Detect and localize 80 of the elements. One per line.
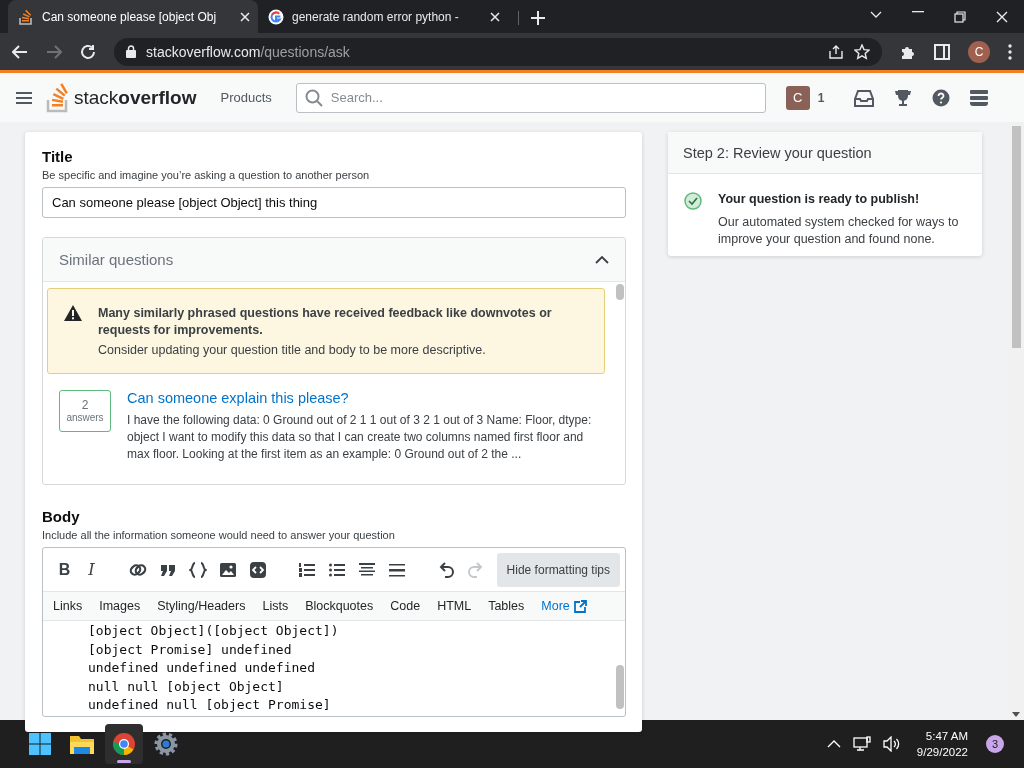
- field-hint: Include all the information someone would need to answer your question: [42, 529, 396, 541]
- address-bar[interactable]: stackoverflow.com/questions/ask: [114, 37, 882, 66]
- warning-icon: [64, 305, 82, 321]
- site-logo[interactable]: stackoverflow: [46, 82, 197, 113]
- search-field[interactable]: Search...: [295, 82, 766, 113]
- italic-button[interactable]: I: [83, 560, 99, 579]
- chevron-up-icon[interactable]: [595, 255, 609, 264]
- snippet-icon[interactable]: [249, 560, 268, 579]
- folder-icon: [69, 733, 95, 755]
- chevron-down-icon[interactable]: [870, 10, 882, 19]
- tab-title: generate random error python -: [292, 9, 460, 24]
- notice-title: Many similarly phrased questions have received feedback like downvotes or requests for improvements.: [98, 305, 553, 339]
- card-heading: Step 2: Review your question: [668, 132, 982, 174]
- field-label: Body: [42, 508, 81, 525]
- image-icon[interactable]: [219, 560, 238, 579]
- panel-heading: Similar questions: [59, 251, 174, 268]
- trophy-icon[interactable]: [894, 88, 913, 107]
- tips-tab[interactable]: Styling/Headers: [157, 599, 246, 613]
- close-icon[interactable]: [490, 11, 500, 22]
- inbox-icon[interactable]: [854, 88, 875, 107]
- tips-tab[interactable]: Code: [390, 599, 421, 613]
- search-icon: [304, 88, 323, 107]
- field-hint: Be specific and imagine you’re asking a question to another person: [42, 169, 371, 181]
- more-link[interactable]: More: [541, 599, 587, 613]
- gear-icon: [154, 732, 178, 756]
- notice-text: Consider updating your question title and body to be more descriptive.: [98, 342, 487, 357]
- windows-icon: [28, 732, 52, 756]
- browser-tab[interactable]: Can someone please [object Obj: [8, 0, 258, 33]
- hide-tips-button[interactable]: Hide formatting tips: [496, 552, 620, 587]
- body-editor[interactable]: [object Object]([object Object]) [object Promise] undefined undefined undefined undefined null null [object Object] undefined null [object Promise]: [43, 621, 613, 716]
- heading-icon[interactable]: [357, 560, 376, 579]
- scroll-down-icon[interactable]: [1012, 712, 1020, 717]
- check-circle-icon: [684, 192, 702, 210]
- speaker-icon[interactable]: [882, 736, 901, 752]
- reload-icon[interactable]: [80, 43, 96, 60]
- bold-button[interactable]: B: [57, 560, 72, 579]
- answer-count: 2 answers: [59, 389, 111, 432]
- reputation: 1: [817, 90, 825, 105]
- close-icon[interactable]: [240, 11, 250, 22]
- products-link[interactable]: Products: [220, 90, 272, 105]
- site-switcher-icon[interactable]: [970, 88, 989, 107]
- numbered-list-icon[interactable]: [297, 560, 316, 579]
- lock-icon: [126, 45, 136, 58]
- star-icon[interactable]: [854, 43, 870, 60]
- restore-icon[interactable]: [954, 10, 966, 23]
- tips-tab[interactable]: Images: [99, 599, 141, 613]
- user-avatar[interactable]: C: [785, 85, 810, 110]
- scrollbar-thumb[interactable]: [1012, 126, 1021, 348]
- google-icon: [268, 8, 284, 25]
- more-icon[interactable]: [1008, 43, 1012, 60]
- taskbar-app[interactable]: [105, 724, 143, 764]
- braces-icon[interactable]: [189, 560, 208, 579]
- side-panel-icon[interactable]: [934, 43, 950, 60]
- browser-tab[interactable]: generate random error python -: [258, 0, 508, 33]
- title-input[interactable]: Can someone please [object Object] this thing: [42, 187, 626, 218]
- tips-tab[interactable]: Blockquotes: [305, 599, 374, 613]
- share-icon[interactable]: [828, 43, 844, 60]
- help-icon[interactable]: [932, 88, 951, 107]
- new-tab-icon[interactable]: [531, 11, 545, 25]
- clock[interactable]: 5:47 AM 9/29/2022: [916, 728, 968, 760]
- browser-icon: [112, 732, 136, 756]
- tips-tab[interactable]: Tables: [488, 599, 525, 613]
- stack-icon: [18, 8, 34, 25]
- tips-tab[interactable]: Links: [53, 599, 83, 613]
- minimize-icon[interactable]: [912, 10, 924, 13]
- question-link[interactable]: Can someone explain this please?: [127, 389, 605, 406]
- status-title: Your question is ready to publish!: [718, 192, 921, 206]
- back-icon[interactable]: [12, 44, 28, 59]
- question-excerpt: I have the following data: 0 Ground out of 2 1 1 out of 3 2 1 out of 3 Name: Floor, dtype: object I want to modify this data so that I can create two columns named first floor and max floor. Looking at the first item as an example: 0 Ground out of 2 the ...: [127, 411, 593, 463]
- tips-tab[interactable]: Lists: [262, 599, 289, 613]
- tips-tab[interactable]: HTML: [437, 599, 472, 613]
- network-icon[interactable]: [852, 736, 871, 752]
- menu-icon[interactable]: [16, 90, 32, 105]
- status-text: Our automated system checked for ways to improve your question and found none.: [718, 214, 960, 248]
- tab-title: Can someone please [object Obj: [42, 9, 218, 24]
- close-icon[interactable]: [996, 10, 1008, 23]
- external-link-icon: [573, 599, 587, 613]
- field-label: Title: [42, 148, 74, 165]
- profile-avatar[interactable]: C: [968, 40, 990, 63]
- notification-badge[interactable]: 3: [986, 735, 1004, 753]
